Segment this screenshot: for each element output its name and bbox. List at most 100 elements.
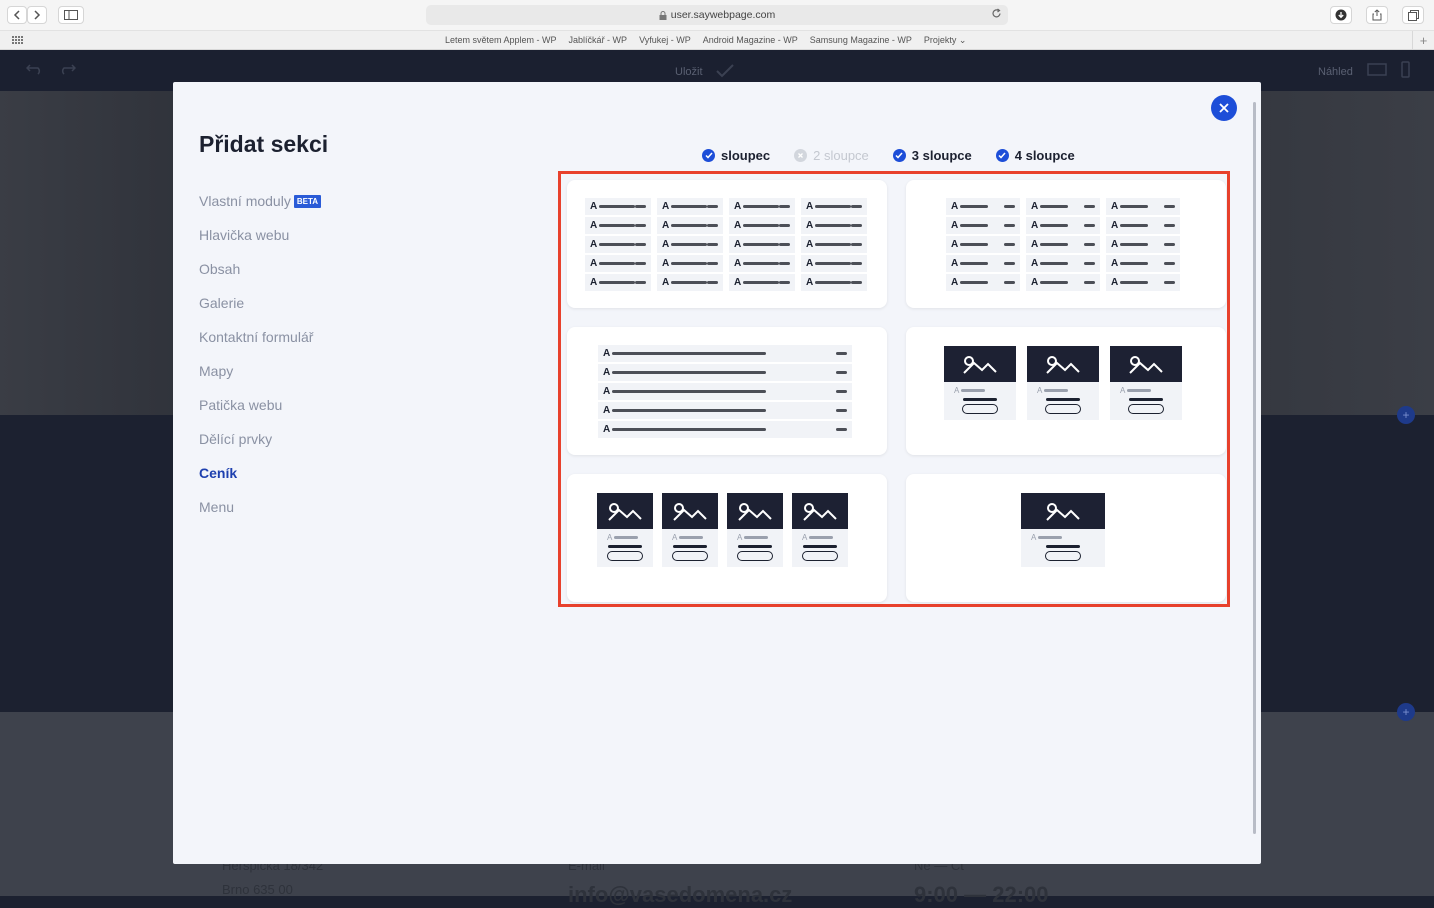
category-menu[interactable]: Menu <box>199 490 321 524</box>
preview-letter: A <box>1111 201 1119 212</box>
add-tab-button[interactable]: + <box>1412 31 1434 50</box>
preview-bar <box>598 224 636 227</box>
preview-label: A <box>1037 386 1069 395</box>
preview-bar <box>1120 224 1148 227</box>
save-button[interactable]: Uložit <box>675 66 703 78</box>
preview-button-shape <box>1045 404 1081 414</box>
preview-bar <box>673 545 707 548</box>
category-contact-form[interactable]: Kontaktní formulář <box>199 320 321 354</box>
share-button[interactable] <box>1366 6 1388 24</box>
preview-price-bar <box>851 224 862 227</box>
preview-letter: A <box>951 201 959 212</box>
apps-grid-icon[interactable] <box>12 36 23 44</box>
preview-row: A <box>1026 255 1100 272</box>
category-custom-modules[interactable]: Vlastní moduly BETA <box>199 184 322 218</box>
preview-button[interactable]: Náhled <box>1318 66 1353 78</box>
desktop-icon[interactable] <box>1367 63 1387 80</box>
category-content[interactable]: Obsah <box>199 252 321 286</box>
preview-price-bar <box>779 281 790 284</box>
filter-4-columns[interactable]: 4 sloupce <box>995 148 1075 163</box>
preview-label: A <box>737 533 769 542</box>
add-section-plus-icon[interactable]: + <box>1397 703 1415 721</box>
category-pricing[interactable]: Ceník <box>199 456 321 490</box>
preview-letter: A <box>590 201 598 212</box>
preview-row: A <box>1026 274 1100 291</box>
bookmark-item[interactable]: Jablíčkář - WP <box>569 35 628 46</box>
category-maps[interactable]: Mapy <box>199 354 321 388</box>
bookmark-folder[interactable]: Projekty ⌄ <box>924 35 967 46</box>
redo-icon[interactable] <box>58 63 77 78</box>
preview-letter: A <box>1031 277 1039 288</box>
bookmark-item[interactable]: Android Magazine - WP <box>703 35 798 46</box>
bookmark-item[interactable]: Samsung Magazine - WP <box>810 35 912 46</box>
template-pricing-card-1[interactable]: A <box>906 474 1226 602</box>
template-pricing-list-4-columns[interactable]: AAAAAAAAAAAAAAAAAAAA <box>567 180 887 308</box>
download-icon <box>1335 9 1347 21</box>
category-header[interactable]: Hlavička webu <box>199 218 321 252</box>
template-pricing-cards-4[interactable]: AAAA <box>567 474 887 602</box>
preview-price-card: A <box>597 493 653 567</box>
undo-icon[interactable] <box>25 63 44 78</box>
footer-email-value: info@vasedomena.cz <box>568 882 793 907</box>
bookmark-item[interactable]: Vyfukej - WP <box>639 35 691 46</box>
forward-button[interactable] <box>27 6 47 24</box>
preview-bar <box>738 545 772 548</box>
preview-label: A <box>1031 533 1063 542</box>
filter-label: 3 sloupce <box>911 148 972 163</box>
filter-2-columns[interactable]: 2 sloupce <box>794 148 869 163</box>
filter-1-column[interactable]: sloupec <box>702 148 770 163</box>
preview-row: A <box>657 236 723 253</box>
preview-bar <box>960 224 988 227</box>
scrollbar[interactable] <box>1253 102 1256 834</box>
preview-bar <box>670 243 708 246</box>
bookmark-item[interactable]: Letem světem Applem - WP <box>445 35 557 46</box>
preview-price-bar <box>707 243 718 246</box>
preview-price-bar <box>779 262 790 265</box>
reload-icon[interactable] <box>991 8 1002 22</box>
preview-price-bar <box>707 281 718 284</box>
downloads-button[interactable] <box>1330 6 1352 24</box>
add-section-plus-icon[interactable]: + <box>1397 406 1415 424</box>
preview-price-bar <box>1164 205 1175 208</box>
preview-price-bar <box>1164 262 1175 265</box>
template-pricing-list-1-column[interactable]: AAAAA <box>567 327 887 455</box>
preview-price-bar <box>707 205 718 208</box>
preview-bar <box>814 281 852 284</box>
preview-row: A <box>801 255 867 272</box>
preview-price-bar <box>635 224 646 227</box>
category-gallery[interactable]: Galerie <box>199 286 321 320</box>
image-placeholder-icon <box>662 493 718 529</box>
preview-letter: A <box>1031 258 1039 269</box>
address-bar[interactable]: user.saywebpage.com <box>426 5 1008 25</box>
preview-bar <box>1046 545 1080 548</box>
category-footer[interactable]: Patička webu <box>199 388 321 422</box>
filter-label: 2 sloupce <box>813 148 869 163</box>
preview-letter: A <box>603 386 611 397</box>
preview-letter: A <box>1111 258 1119 269</box>
preview-bar <box>814 262 852 265</box>
preview-row: A <box>946 217 1020 234</box>
preview-price-bar <box>707 224 718 227</box>
preview-bar <box>1120 205 1148 208</box>
preview-letter: A <box>806 277 814 288</box>
preview-button-shape <box>607 551 643 561</box>
tabs-button[interactable] <box>1402 6 1424 24</box>
back-button[interactable] <box>7 6 27 24</box>
close-button[interactable] <box>1211 95 1237 121</box>
sidebar-toggle-button[interactable] <box>58 6 84 24</box>
preview-letter: A <box>662 258 670 269</box>
preview-row: A <box>1026 236 1100 253</box>
template-pricing-cards-3[interactable]: AAA <box>906 327 1226 455</box>
template-pricing-list-3-columns[interactable]: AAAAAAAAAAAAAAA <box>906 180 1226 308</box>
preview-row: A <box>1026 217 1100 234</box>
preview-bar <box>670 262 708 265</box>
preview-bar <box>814 205 852 208</box>
mobile-icon[interactable] <box>1401 61 1410 81</box>
filter-3-columns[interactable]: 3 sloupce <box>892 148 972 163</box>
preview-bar <box>814 224 852 227</box>
preview-price-bar <box>1164 281 1175 284</box>
preview-price-bar <box>707 262 718 265</box>
category-dividers[interactable]: Dělící prvky <box>199 422 321 456</box>
preview-price-bar <box>635 262 646 265</box>
preview-row: A <box>946 255 1020 272</box>
